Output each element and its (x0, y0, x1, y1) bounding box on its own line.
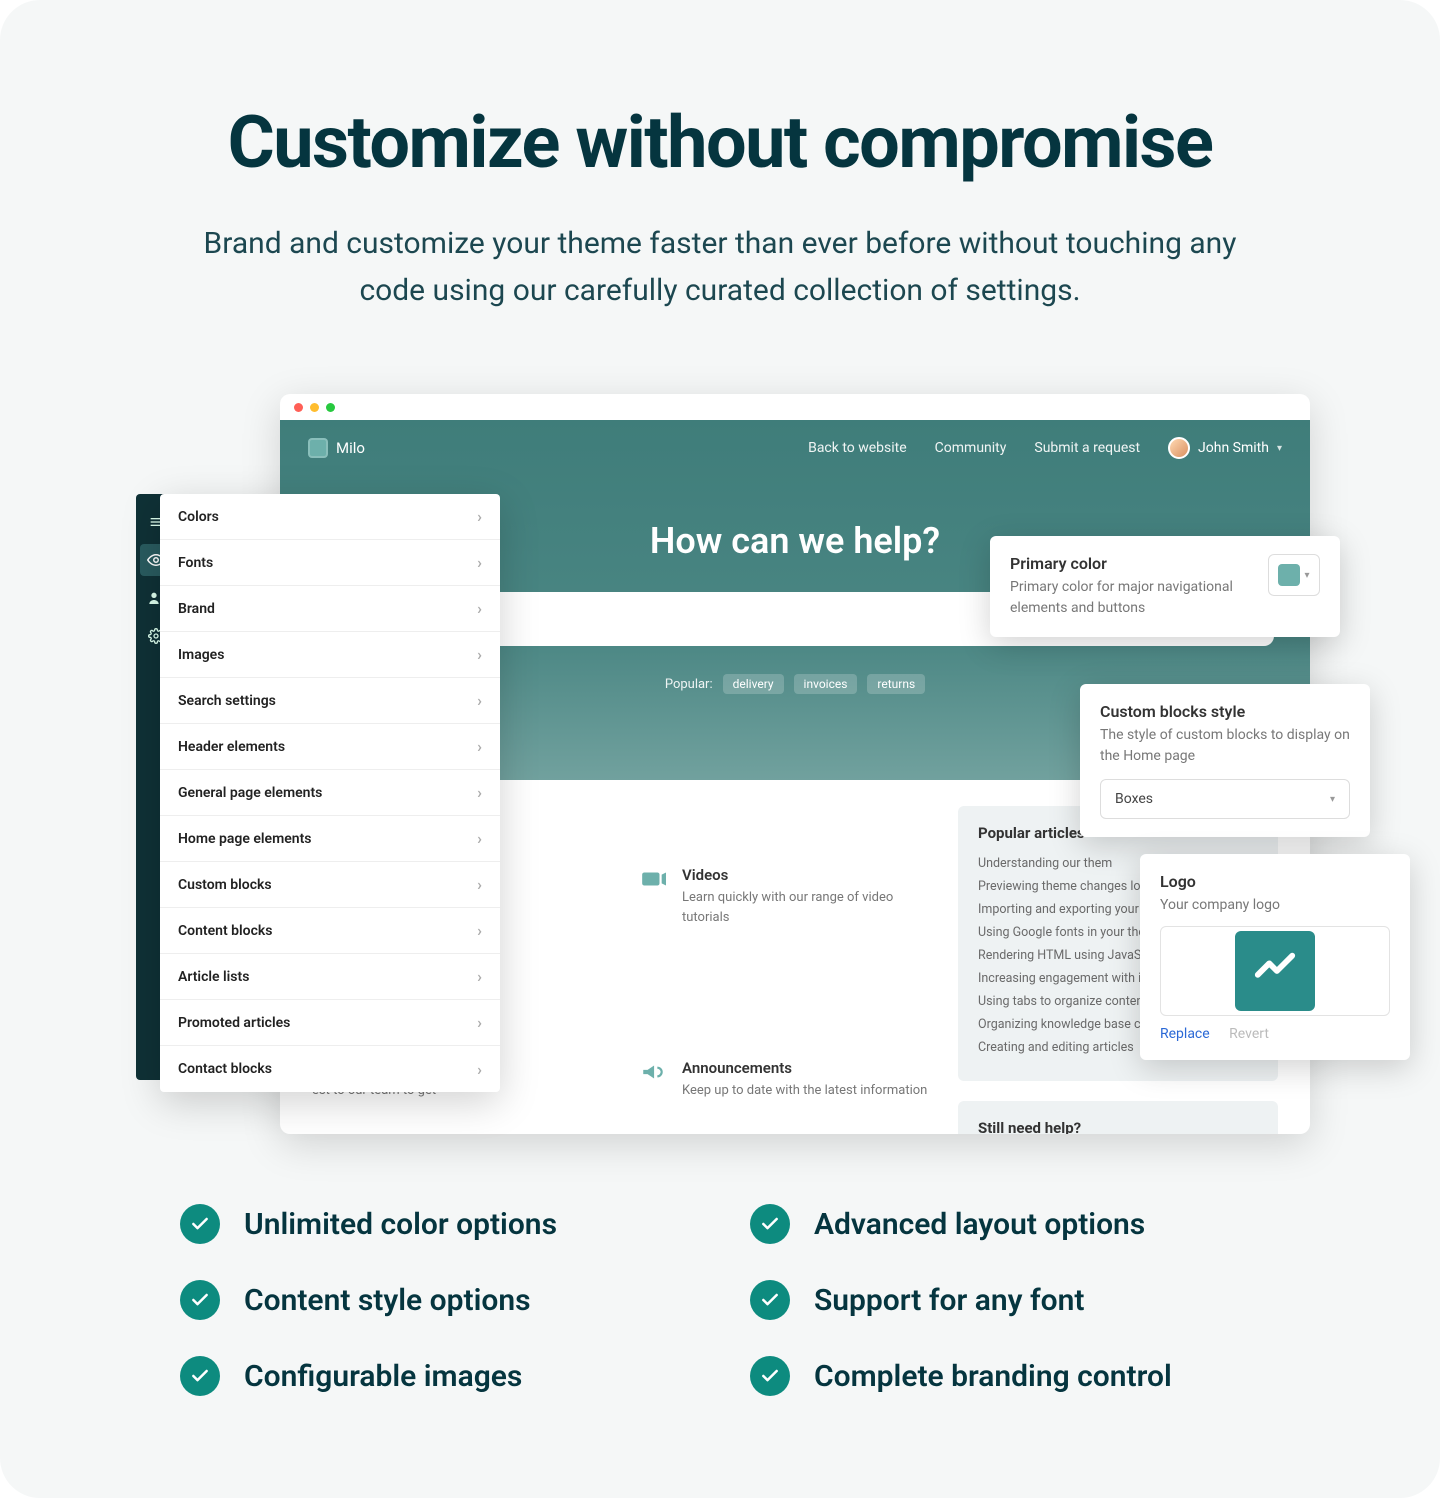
chevron-right-icon: › (477, 829, 482, 848)
video-icon (640, 866, 666, 892)
site-name: Milo (336, 439, 365, 457)
chevron-right-icon: › (477, 737, 482, 756)
style-select[interactable]: Boxes ▾ (1100, 779, 1350, 819)
chevron-down-icon: ▾ (1304, 570, 1309, 581)
nav-link-community[interactable]: Community (935, 440, 1007, 456)
card-desc: The style of custom blocks to display on… (1100, 725, 1350, 767)
chevron-right-icon: › (477, 1013, 482, 1032)
zoom-dot[interactable] (326, 403, 335, 412)
settings-section[interactable]: General page elements› (160, 770, 500, 816)
page-headline: Customize without compromise (228, 100, 1213, 185)
check-icon (180, 1204, 220, 1244)
color-swatch (1278, 564, 1300, 586)
panel-title: Still need help? (978, 1119, 1258, 1134)
settings-section[interactable]: Article lists› (160, 954, 500, 1000)
megaphone-icon (640, 1059, 666, 1085)
content-block[interactable]: Videos Learn quickly with our range of v… (640, 866, 928, 1031)
page-subhead: Brand and customize your theme faster th… (180, 221, 1260, 314)
chevron-right-icon: › (477, 967, 482, 986)
logo-card: Logo Your company logo Replace Revert (1140, 854, 1410, 1060)
chevron-right-icon: › (477, 553, 482, 572)
close-dot[interactable] (294, 403, 303, 412)
settings-section[interactable]: Brand› (160, 586, 500, 632)
chevron-right-icon: › (477, 645, 482, 664)
feature-label: Advanced layout options (814, 1207, 1145, 1242)
settings-section[interactable]: Promoted articles› (160, 1000, 500, 1046)
site-nav: Milo Back to website Community Submit a … (280, 420, 1310, 476)
chevron-right-icon: › (477, 691, 482, 710)
chevron-right-icon: › (477, 507, 482, 526)
chevron-right-icon: › (477, 875, 482, 894)
logo-image (1235, 931, 1315, 1011)
card-desc: Your company logo (1160, 895, 1390, 916)
content-block[interactable]: Announcements Keep up to date with the l… (640, 1059, 928, 1134)
card-title: Primary color (1010, 554, 1250, 573)
feature-label: Complete branding control (814, 1359, 1172, 1394)
still-need-help-panel: Still need help? Our team of experts are… (958, 1101, 1278, 1134)
feature-item: Advanced layout options (750, 1204, 1260, 1244)
popular-pill[interactable]: invoices (794, 674, 858, 694)
settings-section[interactable]: Search settings› (160, 678, 500, 724)
minimize-dot[interactable] (310, 403, 319, 412)
custom-blocks-card: Custom blocks style The style of custom … (1080, 684, 1370, 837)
feature-item: Support for any font (750, 1280, 1260, 1320)
settings-section[interactable]: Fonts› (160, 540, 500, 586)
illustration-stage: Milo Back to website Community Submit a … (80, 394, 1360, 1144)
chevron-right-icon: › (477, 1060, 482, 1079)
nav-link-back[interactable]: Back to website (808, 440, 907, 456)
check-icon (750, 1280, 790, 1320)
replace-link[interactable]: Replace (1160, 1026, 1210, 1042)
chevron-right-icon: › (477, 921, 482, 940)
check-icon (750, 1356, 790, 1396)
feature-item: Unlimited color options (180, 1204, 690, 1244)
window-titlebar (280, 394, 1310, 420)
feature-label: Support for any font (814, 1283, 1084, 1318)
settings-sidebar: Colors› Fonts› Brand› Images› Search set… (160, 494, 500, 1092)
logo-preview (1160, 926, 1390, 1016)
color-picker[interactable]: ▾ (1268, 554, 1320, 596)
settings-section[interactable]: Content blocks› (160, 908, 500, 954)
settings-section[interactable]: Custom blocks› (160, 862, 500, 908)
feature-item: Content style options (180, 1280, 690, 1320)
feature-label: Configurable images (244, 1359, 522, 1394)
feature-item: Complete branding control (750, 1356, 1260, 1396)
settings-section[interactable]: Contact blocks› (160, 1046, 500, 1092)
popular-pill[interactable]: delivery (723, 674, 784, 694)
check-icon (180, 1280, 220, 1320)
primary-color-card: Primary color Primary color for major na… (990, 536, 1340, 637)
settings-section[interactable]: Header elements› (160, 724, 500, 770)
chevron-down-icon: ▾ (1277, 443, 1282, 454)
block-title: Videos (682, 866, 928, 884)
feature-label: Unlimited color options (244, 1207, 557, 1242)
check-icon (750, 1204, 790, 1244)
block-desc: Learn quickly with our range of video tu… (682, 888, 928, 927)
check-icon (180, 1356, 220, 1396)
card-desc: Primary color for major navigational ele… (1010, 577, 1250, 619)
avatar (1168, 437, 1190, 459)
feature-label: Content style options (244, 1283, 531, 1318)
chevron-right-icon: › (477, 783, 482, 802)
nav-link-submit[interactable]: Submit a request (1034, 440, 1140, 456)
chevron-right-icon: › (477, 599, 482, 618)
block-desc: Keep up to date with the latest informat… (682, 1081, 927, 1101)
select-value: Boxes (1115, 791, 1153, 807)
user-name: John Smith (1198, 440, 1269, 456)
settings-section[interactable]: Home page elements› (160, 816, 500, 862)
brand-logo-icon (308, 438, 328, 458)
feature-item: Configurable images (180, 1356, 690, 1396)
card-title: Custom blocks style (1100, 702, 1350, 721)
site-brand[interactable]: Milo (308, 438, 365, 458)
card-title: Logo (1160, 872, 1390, 891)
revert-link[interactable]: Revert (1229, 1026, 1269, 1042)
settings-section[interactable]: Colors› (160, 494, 500, 540)
settings-section[interactable]: Images› (160, 632, 500, 678)
chevron-down-icon: ▾ (1330, 794, 1335, 805)
popular-pill[interactable]: returns (867, 674, 925, 694)
popular-label: Popular: (665, 677, 713, 692)
block-title: Announcements (682, 1059, 927, 1077)
user-menu[interactable]: John Smith ▾ (1168, 437, 1282, 459)
feature-list: Unlimited color options Advanced layout … (180, 1204, 1260, 1396)
